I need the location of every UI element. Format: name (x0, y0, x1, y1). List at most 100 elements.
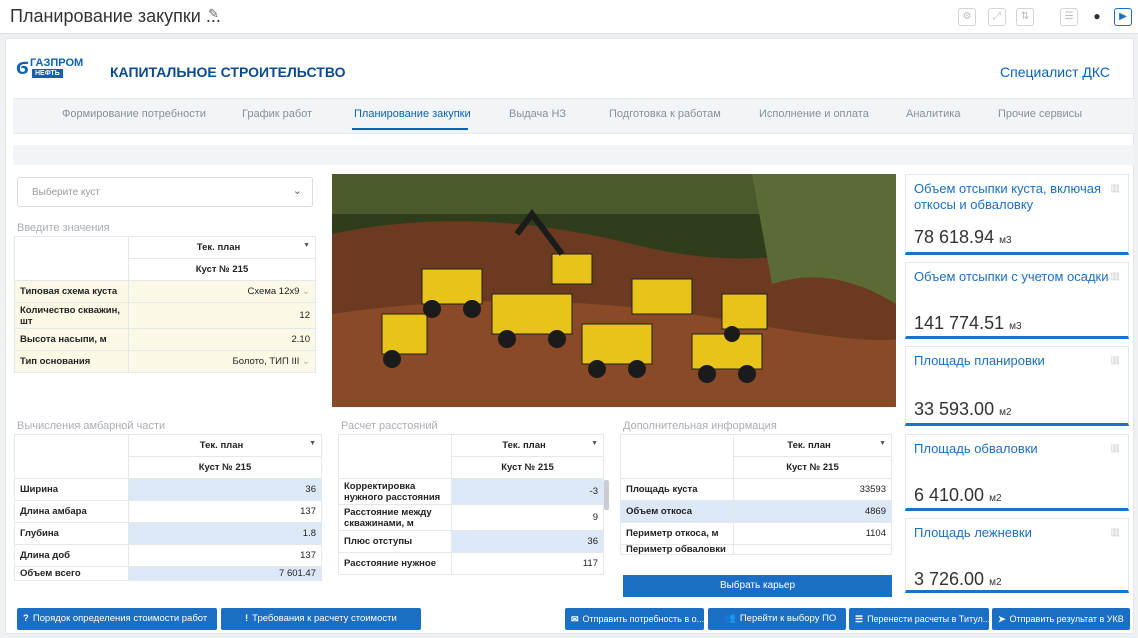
tab-prochie[interactable]: Прочие сервисы (998, 108, 1082, 120)
active-tab-indicator (352, 128, 468, 130)
dist-col-header[interactable]: Тек. план ▼ (451, 434, 604, 457)
table-row: Объем всего 7 601.47 (14, 566, 322, 581)
kpi-card-lezhnevka-area: Площадь лежневки ▥ 3 726.00 м2 (905, 518, 1129, 593)
wells-input[interactable]: 12 (128, 302, 316, 329)
kpi-card-fill-volume: Объем отсыпки куста, включая откосы и об… (905, 174, 1129, 255)
calc-col-header[interactable]: Тек. план ▼ (128, 434, 322, 457)
kpi-value: 141 774.51 м3 (914, 313, 1022, 333)
chevron-down-icon: ⌄ (302, 286, 310, 297)
table-row: Корректировка нужного расстояния -3 (338, 478, 604, 505)
tab-formirovanie[interactable]: Формирование потребности (62, 108, 206, 120)
construction-photo (332, 174, 896, 407)
user-role[interactable]: Специалист ДКС (1000, 64, 1110, 80)
send-result-button[interactable]: ➤ Отправить результат в УКВ (992, 608, 1130, 630)
inputs-col-header[interactable]: Тек. план ▼ (128, 236, 316, 259)
chart-icon[interactable]: ▥ (1111, 527, 1120, 538)
kpi-card-planning-area: Площадь планировки ▥ 33 593.00 м2 (905, 346, 1129, 426)
kpi-title: Объем отсыпки с учетом осадки (914, 269, 1109, 284)
chart-icon[interactable]: ▥ (1111, 355, 1120, 366)
extra-col-header[interactable]: Тек. план ▼ (733, 434, 892, 457)
dist-sub-header: Куст № 215 (451, 456, 604, 479)
choose-po-button[interactable]: 👥 Перейти к выбору ПО (708, 608, 846, 630)
dist-section-label: Расчет расстояний (341, 420, 438, 432)
table-row: Длина доб 137 (14, 544, 322, 567)
transfer-calc-button[interactable]: ☰ Перенести расчеты в Титул... (849, 608, 989, 630)
height-input[interactable]: 2.10 (128, 328, 316, 351)
table-row: Типовая схема куста Схема 12x9 ⌄ (14, 280, 316, 303)
send-icon: ➤ (998, 614, 1006, 624)
kpi-title: Площадь обваловки (914, 441, 1038, 456)
extra-section-label: Дополнительная информация (623, 420, 777, 432)
filter-strip (13, 145, 1135, 165)
kpi-card-fill-settlement: Объем отсыпки с учетом осадки ▥ 141 774.… (905, 262, 1129, 339)
tab-analitika[interactable]: Аналитика (906, 108, 960, 120)
inputs-section-label: Введите значения (17, 222, 110, 234)
table-row: Плюс отступы 36 (338, 530, 604, 553)
kpi-title: Площадь лежневки (914, 525, 1032, 540)
table-row: Высота насыпи, м 2.10 (14, 328, 316, 351)
inputs-sub-header: Куст № 215 (128, 258, 316, 281)
pencil-icon[interactable]: ✎ (208, 6, 219, 22)
gazprom-logo: ϭ ГАЗПРОМ НЕФТЬ (16, 54, 84, 80)
cost-requirements-button[interactable]: ! Требования к расчету стоимости (221, 608, 421, 630)
tab-vydacha[interactable]: Выдача НЗ (509, 108, 566, 120)
base-type-dropdown[interactable]: Болото, ТИП III ⌄ (128, 350, 316, 373)
kpi-card-embankment-area: Площадь обваловки ▥ 6 410.00 м2 (905, 434, 1129, 511)
inputs-table: Тек. план ▼ Куст № 215 Типовая схема куст… (14, 236, 316, 373)
users-icon: 👥 (724, 613, 736, 624)
tab-grafik[interactable]: График работ (242, 108, 312, 120)
dist-scrollbar[interactable] (604, 480, 609, 510)
choose-quarry-button[interactable]: Выбрать карьер (623, 575, 892, 597)
calc-table: Тек. план ▼ Куст № 215 Ширина 36 Длина амб… (14, 434, 322, 581)
chevron-down-icon: ⌄ (302, 356, 310, 367)
list-icon: ☰ (855, 614, 864, 624)
send-demand-button[interactable]: ✉ Отправить потребность в о... (565, 608, 704, 630)
logo-text: ГАЗПРОМ (30, 57, 84, 69)
row-label: Высота насыпи, м (14, 328, 129, 351)
title-bar: Планирование закупки ... ✎ ⚙ ⤢ ⇅ ☰ ● ▶ (0, 0, 1138, 34)
kpi-value: 78 618.94 м3 (914, 227, 1012, 247)
sort-icon[interactable]: ⇅ (1016, 8, 1034, 26)
dist-table: Тек. план ▼ Куст № 215 Корректировка нужн… (338, 434, 604, 575)
flame-icon: ϭ (16, 54, 29, 79)
scheme-dropdown[interactable]: Схема 12x9 ⌄ (128, 280, 316, 303)
app-name: КАПИТАЛЬНОЕ СТРОИТЕЛЬСТВО (110, 64, 346, 80)
expand-icon[interactable]: ⤢ (988, 8, 1006, 26)
chart-icon[interactable]: ▥ (1111, 271, 1120, 282)
empty-slot (434, 604, 552, 632)
caret-down-icon: ▼ (591, 440, 598, 447)
logo-subtext: НЕФТЬ (32, 69, 63, 78)
row-label: Тип основания (14, 350, 129, 373)
tab-ispolnenie[interactable]: Исполнение и оплата (759, 108, 869, 120)
table-row: Глубина 1.8 (14, 522, 322, 545)
gear-icon[interactable]: ⚙ (958, 8, 976, 26)
kpi-value: 3 726.00 м2 (914, 569, 1002, 589)
list-icon[interactable]: ☰ (1060, 8, 1078, 26)
caret-down-icon: ▼ (309, 440, 316, 447)
row-label: Типовая схема куста (14, 280, 129, 303)
table-row: Периметр откоса, м 1104 (620, 522, 892, 545)
calc-section-label: Вычисления амбарной части (17, 420, 166, 432)
table-row: Длина амбара 137 (14, 500, 322, 523)
exclamation-icon: ! (245, 613, 249, 624)
info-icon[interactable]: ● (1088, 8, 1106, 26)
table-row: Объем откоса 4869 (620, 500, 892, 523)
table-row: Расстояние нужное 117 (338, 552, 604, 575)
table-row: Количество скважин, шт 12 (14, 302, 316, 329)
kust-select[interactable]: Выберите куст ⌄ (17, 177, 313, 207)
caret-down-icon: ▼ (879, 440, 886, 447)
table-row: Периметр обваловки (620, 544, 892, 555)
kpi-title: Площадь планировки (914, 353, 1045, 368)
table-row: Ширина 36 (14, 478, 322, 501)
cost-procedure-button[interactable]: ? Порядок определения стоимости работ (17, 608, 217, 630)
kpi-value: 6 410.00 м2 (914, 485, 1002, 505)
chart-icon[interactable]: ▥ (1111, 183, 1120, 194)
tab-podgotovka[interactable]: Подготовка к работам (609, 108, 721, 120)
chart-icon[interactable]: ▥ (1111, 443, 1120, 454)
extra-table: Тек. план ▼ Куст № 215 Площадь куста 33593… (620, 434, 892, 555)
tab-planirovanie[interactable]: Планирование закупки (354, 108, 471, 120)
play-icon[interactable]: ▶ (1114, 8, 1132, 26)
question-icon: ? (23, 613, 29, 624)
kpi-value: 33 593.00 м2 (914, 399, 1012, 419)
table-row: Расстояние между скважинами, м9 (338, 504, 604, 531)
